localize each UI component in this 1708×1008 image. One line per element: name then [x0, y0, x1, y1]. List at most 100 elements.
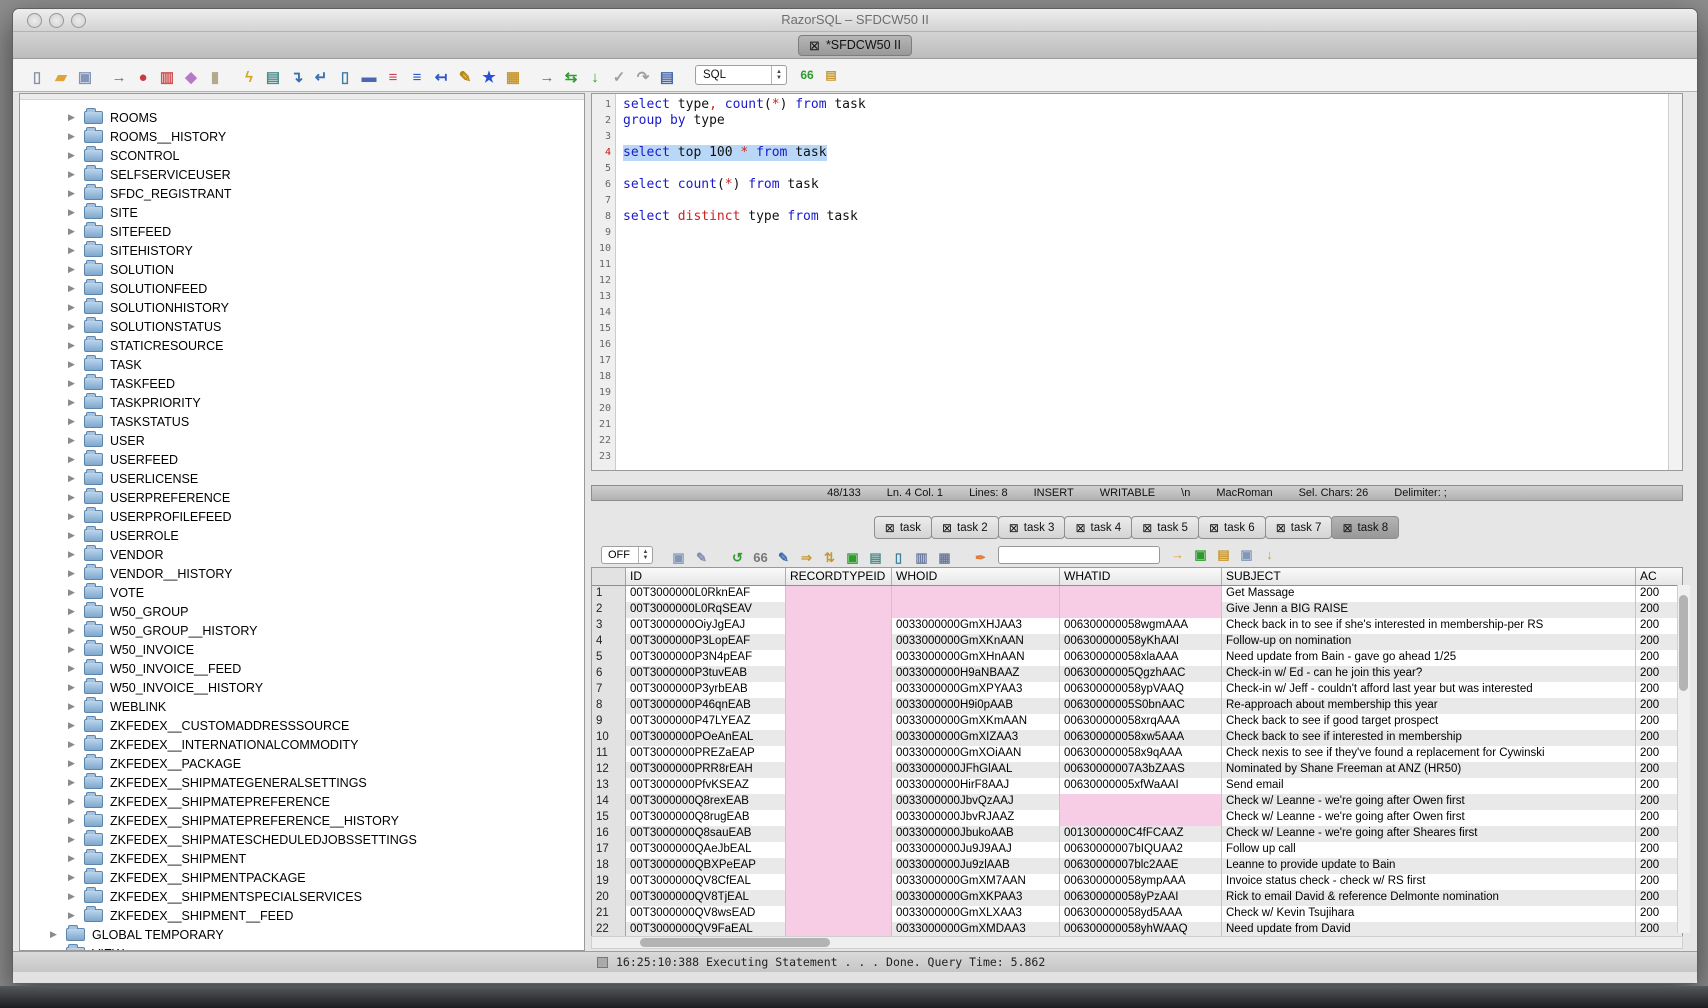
tree-item-table[interactable]: ▶ ZKFEDEX__INTERNATIONALCOMMODITY [20, 735, 584, 754]
cell-subject[interactable]: Rick to email David & reference Delmonte… [1222, 890, 1636, 906]
save-icon[interactable]: ▣ [75, 67, 95, 87]
cell-whoid[interactable]: 0033000000GmXKmAAN [892, 714, 1060, 730]
tree-item-table[interactable]: ▶ SCONTROL [20, 146, 584, 165]
copy-object-icon[interactable]: ▥ [157, 67, 177, 87]
tree-item-table[interactable]: ▶ USERFEED [20, 450, 584, 469]
tree-item-table[interactable]: ▶ VOTE [20, 583, 584, 602]
result-tab-close-icon[interactable]: ⊠ [942, 521, 952, 535]
disclosure-triangle-icon[interactable]: ▶ [68, 207, 77, 218]
tree-item-table[interactable]: ▶ W50_INVOICE__FEED [20, 659, 584, 678]
cell-subject[interactable]: Check w/ Leanne - we're going after Owen… [1222, 810, 1636, 826]
table-row[interactable]: 21 00T3000000QV8wsEAD 0033000000GmXLXAA3… [592, 906, 1682, 922]
edit-sql-icon[interactable]: ✎ [455, 67, 475, 87]
tree-item-table[interactable]: ▶ W50_INVOICE [20, 640, 584, 659]
disclosure-triangle-icon[interactable]: ▶ [68, 169, 77, 180]
code-line-6[interactable]: select count(*) from task [623, 177, 1668, 193]
result-tab[interactable]: ⊠ task 8 [1331, 516, 1399, 539]
disclosure-triangle-icon[interactable]: ▶ [68, 891, 77, 902]
cell-activitydate[interactable]: 200 [1636, 698, 1682, 714]
cell-recordtypeid[interactable] [786, 874, 892, 890]
cell-recordtypeid[interactable] [786, 634, 892, 650]
disclosure-triangle-icon[interactable]: ▶ [50, 929, 59, 940]
title-bar[interactable]: RazorSQL – SFDCW50 II [13, 9, 1697, 32]
disclosure-triangle-icon[interactable]: ▶ [68, 853, 77, 864]
cell-whatid[interactable]: 006300000058xlaAAA [1060, 650, 1222, 666]
window-refresh-icon[interactable]: ▣ [843, 548, 862, 567]
disclosure-triangle-icon[interactable]: ▶ [68, 454, 77, 465]
tree-item-table[interactable]: ▶ SOLUTIONSTATUS [20, 317, 584, 336]
disclosure-triangle-icon[interactable]: ▶ [68, 815, 77, 826]
code-line-23[interactable] [623, 449, 1668, 465]
cell-activitydate[interactable]: 200 [1636, 618, 1682, 634]
cell-recordtypeid[interactable] [786, 602, 892, 618]
run-icon[interactable]: → [537, 68, 557, 88]
cell-whoid[interactable]: 0033000000GmXKnAAN [892, 634, 1060, 650]
disclosure-triangle-icon[interactable]: ▶ [68, 663, 77, 674]
cell-whatid[interactable] [1060, 602, 1222, 618]
result-tab-close-icon[interactable]: ⊠ [1142, 521, 1152, 535]
cell-id[interactable]: 00T3000000QV8wsEAD [626, 906, 786, 922]
cell-id[interactable]: 00T3000000QV8CfEAL [626, 874, 786, 890]
cell-subject[interactable]: Invoice status check - check w/ RS first [1222, 874, 1636, 890]
clipboard-icon[interactable]: ▤ [657, 67, 677, 87]
rollback-icon[interactable]: ↷ [633, 67, 653, 87]
result-tab[interactable]: ⊠ task 6 [1198, 516, 1266, 539]
table-row[interactable]: 1 00T3000000L0RknEAF Get Massage 200 [592, 586, 1682, 602]
save-results-icon[interactable]: ▣ [669, 548, 688, 567]
cell-whatid[interactable]: 006300000058ypVAAQ [1060, 682, 1222, 698]
go-icon[interactable]: → [1168, 545, 1187, 564]
cell-subject[interactable]: Nominated by Shane Freeman at ANZ (HR50) [1222, 762, 1636, 778]
code-line-10[interactable] [623, 241, 1668, 257]
import-icon[interactable]: ↵ [311, 67, 331, 87]
cell-id[interactable]: 00T3000000Q8rexEAB [626, 794, 786, 810]
quotes-icon[interactable]: 66 [751, 548, 770, 567]
cell-activitydate[interactable]: 200 [1636, 762, 1682, 778]
tree-item-table[interactable]: ▶ SITEFEED [20, 222, 584, 241]
tree-item-table[interactable]: ▶ W50_GROUP [20, 602, 584, 621]
code-line-2[interactable]: group by type [623, 113, 1668, 129]
cell-whoid[interactable]: 0033000000JbukoAAB [892, 826, 1060, 842]
cell-recordtypeid[interactable] [786, 586, 892, 602]
cell-subject[interactable]: Check back to see if good target prospec… [1222, 714, 1636, 730]
disclosure-triangle-icon[interactable]: ▶ [68, 302, 77, 313]
result-tab-close-icon[interactable]: ⊠ [1209, 521, 1219, 535]
disclosure-triangle-icon[interactable]: ▶ [68, 245, 77, 256]
cell-whoid[interactable]: 0033000000GmXHnAAN [892, 650, 1060, 666]
cell-subject[interactable]: Follow-up on nomination [1222, 634, 1636, 650]
mode-dropdown-stepper-icon[interactable]: ▲▼ [771, 66, 786, 84]
cell-activitydate[interactable]: 200 [1636, 826, 1682, 842]
list-icon[interactable]: ≡ [383, 68, 403, 88]
cell-activitydate[interactable]: 200 [1636, 650, 1682, 666]
cell-recordtypeid[interactable] [786, 810, 892, 826]
cell-subject[interactable]: Check back to see if interested in membe… [1222, 730, 1636, 746]
cell-subject[interactable]: Check-in w/ Jeff - couldn't afford last … [1222, 682, 1636, 698]
tree-item-table[interactable]: ▶ ZKFEDEX__SHIPMATEPREFERENCE__HISTORY [20, 811, 584, 830]
tree-item-table[interactable]: ▶ USER [20, 431, 584, 450]
table-export-icon[interactable]: ▦ [503, 67, 523, 87]
cell-whoid[interactable]: 0033000000H9i0pAAB [892, 698, 1060, 714]
cell-recordtypeid[interactable] [786, 730, 892, 746]
cell-activitydate[interactable]: 200 [1636, 682, 1682, 698]
cell-whoid[interactable]: 0033000000JbvQzAAJ [892, 794, 1060, 810]
disclosure-triangle-icon[interactable]: ▶ [68, 625, 77, 636]
disclosure-triangle-icon[interactable]: ▶ [68, 511, 77, 522]
cell-whoid[interactable]: 0033000000GmXHJAA3 [892, 618, 1060, 634]
tree-item-table[interactable]: ▶ USERPROFILEFEED [20, 507, 584, 526]
cell-activitydate[interactable]: 200 [1636, 842, 1682, 858]
cell-subject[interactable]: Check w/ Kevin Tsujihara [1222, 906, 1636, 922]
limit-dropdown-stepper-icon[interactable]: ▲▼ [638, 547, 652, 563]
cell-id[interactable]: 00T3000000OiyJgEAJ [626, 618, 786, 634]
table-row[interactable]: 12 00T3000000PRR8rEAH 0033000000JFhGlAAL… [592, 762, 1682, 778]
cell-whoid[interactable] [892, 602, 1060, 618]
new-object-icon[interactable]: ◆ [181, 67, 201, 87]
cell-recordtypeid[interactable] [786, 826, 892, 842]
cell-recordtypeid[interactable] [786, 906, 892, 922]
cell-recordtypeid[interactable] [786, 778, 892, 794]
result-tab[interactable]: ⊠ task 3 [998, 516, 1066, 539]
paste-table-icon[interactable]: ▦ [935, 548, 954, 567]
cell-subject[interactable]: Follow up call [1222, 842, 1636, 858]
table-row[interactable]: 18 00T3000000QBXPeEAP 0033000000Ju9zlAAB… [592, 858, 1682, 874]
code-line-1[interactable]: select type, count(*) from task [623, 97, 1668, 113]
cell-subject[interactable]: Give Jenn a BIG RAISE [1222, 602, 1636, 618]
cell-whatid[interactable]: 006300000058xrqAAA [1060, 714, 1222, 730]
